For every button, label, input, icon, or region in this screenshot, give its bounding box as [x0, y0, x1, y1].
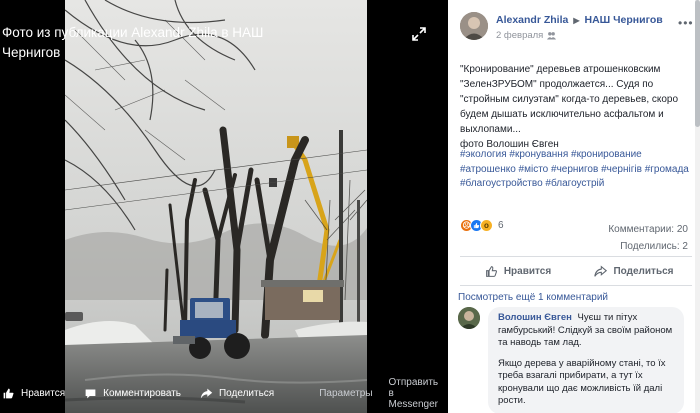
comment-icon [85, 388, 96, 398]
post-text: "Кронирование" деревьев атрошенковским "… [460, 64, 679, 135]
viewer-title: Фото из публикации Alexandr Zhila в НАШ … [2, 25, 264, 60]
wow-reaction-icon: o [480, 219, 493, 232]
post-panel: Alexandr Zhila ▶ НАШ Чернигов 2 февраля … [448, 0, 700, 413]
share-label: Поделиться [613, 265, 674, 277]
shares-count-link[interactable]: Поделились: 2 [608, 238, 688, 255]
post-date[interactable]: 2 февраля [496, 30, 543, 41]
scrollbar-thumb[interactable] [695, 0, 700, 127]
viewer-like-button[interactable]: Нравится [2, 387, 65, 400]
viewer-like-label: Нравится [21, 387, 66, 399]
post-stats: Комментарии: 20 Поделились: 2 [608, 221, 688, 255]
more-options-icon[interactable]: ••• [678, 16, 694, 30]
expand-icon[interactable] [411, 26, 429, 44]
reactions-summary[interactable]: ☹ o 6 [460, 219, 504, 232]
author-avatar[interactable] [460, 12, 488, 40]
post-actions: Нравится Поделиться [460, 256, 692, 286]
comments-count-link[interactable]: Комментарии: 20 [608, 221, 688, 238]
share-icon [594, 264, 608, 277]
viewer-options-label: Параметры [319, 387, 373, 399]
author-name-link[interactable]: Alexandr Zhila [496, 14, 568, 26]
group-name-link[interactable]: НАШ Чернигов [585, 14, 663, 26]
photo-viewer: Фото из публикации Alexandr Zhila в НАШ … [0, 0, 448, 413]
viewer-share-label: Поделиться [218, 387, 275, 399]
viewer-share-button[interactable]: Поделиться [200, 387, 274, 400]
thumbs-up-icon [3, 388, 14, 398]
comment-bubble: Волошин Євген Чуєш ти пітух гамбурський!… [488, 307, 684, 413]
post-header: Alexandr Zhila ▶ НАШ Чернигов 2 февраля [460, 12, 663, 41]
thumbs-up-icon [485, 265, 497, 277]
post-body: "Кронирование" деревьев атрошенковским "… [460, 62, 688, 152]
viewer-action-bar: Нравится Комментировать Поделиться Парам… [0, 373, 448, 413]
like-label: Нравится [503, 265, 552, 277]
group-privacy-icon [547, 32, 557, 40]
viewer-comment-button[interactable]: Комментировать [84, 387, 181, 400]
view-more-comments-link[interactable]: Посмотреть ещё 1 комментарий [458, 292, 608, 303]
like-button[interactable]: Нравится [460, 257, 576, 285]
reactions-count: 6 [498, 220, 504, 231]
viewer-messenger-label: Отправить в Messenger [388, 376, 439, 410]
share-button[interactable]: Поделиться [576, 257, 692, 285]
commenter-avatar[interactable] [458, 307, 480, 329]
arrow-right-icon: ▶ [573, 15, 580, 25]
viewer-messenger-button[interactable]: Отправить в Messenger [389, 377, 439, 410]
viewer-options-button[interactable]: Параметры [319, 388, 372, 399]
comment-text-continued: Якщо дерева у аварійному стані, то їх тр… [498, 357, 666, 407]
commenter-name-link[interactable]: Волошин Євген [498, 312, 572, 323]
share-icon [200, 388, 213, 398]
viewer-comment-label: Комментировать [103, 387, 181, 399]
comment-item: Волошин Євген Чуєш ти пітух гамбурський!… [458, 307, 684, 413]
post-hashtags[interactable]: #экология #кронування #кронирование #атр… [460, 148, 692, 192]
